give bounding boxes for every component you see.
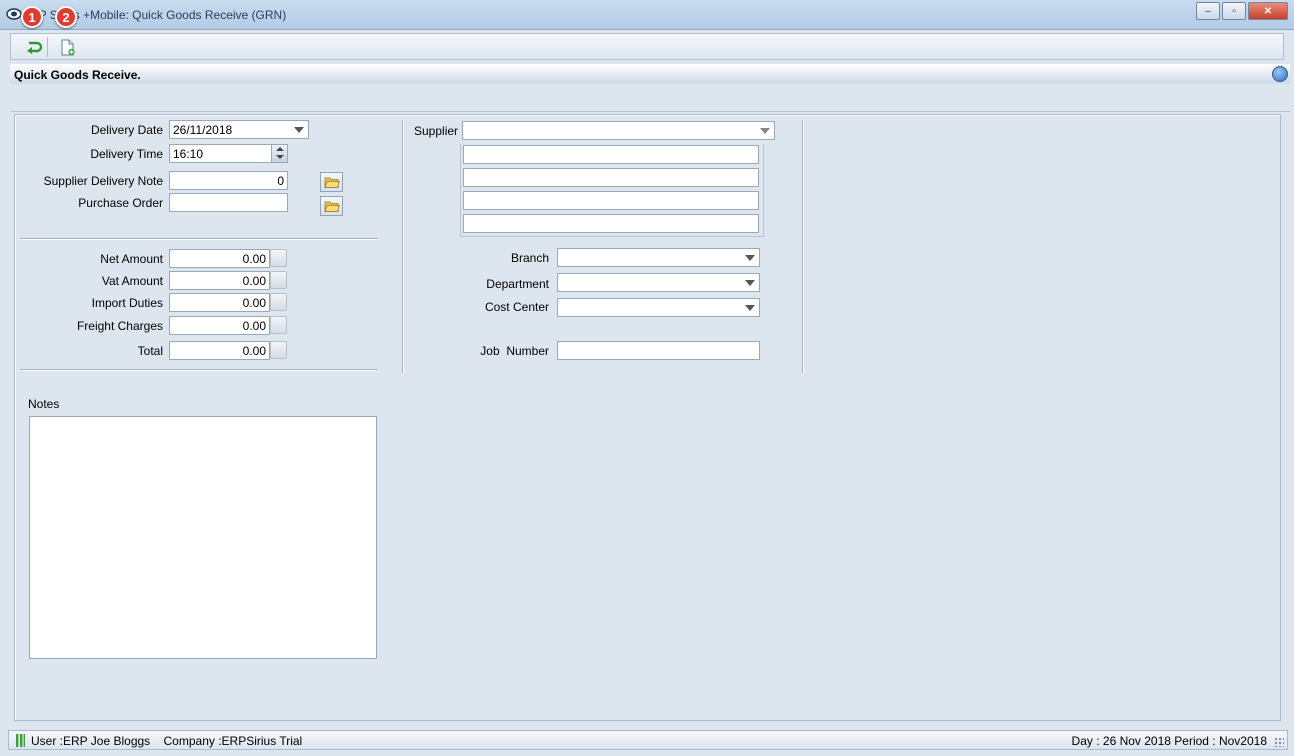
browse-purchase-order-button[interactable] bbox=[320, 196, 343, 216]
supplier-address-line-2[interactable] bbox=[463, 168, 759, 187]
total-calc-button[interactable] bbox=[270, 341, 287, 359]
purchase-order-input[interactable] bbox=[169, 193, 288, 212]
total-label: Total bbox=[137, 344, 163, 358]
department-label: Department bbox=[486, 277, 549, 291]
open-folder-icon bbox=[323, 201, 340, 212]
vat-amount-label: Vat Amount bbox=[101, 274, 163, 288]
column-divider bbox=[802, 120, 803, 373]
section-divider bbox=[20, 369, 378, 370]
return-arrow-icon bbox=[27, 41, 43, 54]
job-number-label: Job Number bbox=[480, 344, 549, 358]
branch-label: Branch bbox=[510, 251, 549, 265]
supplier-delivery-note-input[interactable]: 0 bbox=[169, 171, 288, 190]
supplier-delivery-note-label: Supplier Delivery Note bbox=[43, 174, 163, 188]
minimize-button[interactable]: – bbox=[1196, 2, 1220, 20]
toolbar-separator bbox=[47, 37, 48, 57]
delivery-date-dropdown[interactable]: 26/11/2018 bbox=[169, 120, 309, 139]
chevron-down-icon bbox=[745, 280, 755, 286]
chevron-down-icon bbox=[294, 127, 304, 133]
toolbar bbox=[10, 33, 1284, 60]
net-amount-label: Net Amount bbox=[100, 252, 163, 266]
net-amount-calc-button[interactable] bbox=[270, 249, 287, 267]
maximize-button[interactable]: ▫ bbox=[1222, 2, 1246, 20]
delivery-date-label: Delivery Date bbox=[90, 123, 163, 137]
supplier-address-line-4[interactable] bbox=[463, 214, 759, 233]
import-duties-calc-button[interactable] bbox=[270, 293, 287, 311]
import-duties-input[interactable]: 0.00 bbox=[169, 293, 270, 312]
notes-textarea[interactable] bbox=[29, 416, 377, 659]
new-document-button[interactable] bbox=[57, 37, 79, 57]
collapse-refresh-icon[interactable] bbox=[1272, 66, 1288, 82]
purchase-order-label: Purchase Order bbox=[78, 196, 163, 210]
import-duties-label: Import Duties bbox=[91, 296, 163, 310]
delivery-time-label: Delivery Time bbox=[90, 147, 163, 161]
status-day-period: Day : 26 Nov 2018 Period : Nov2018 bbox=[1071, 734, 1267, 748]
status-user-company: User :ERP Joe Bloggs Company :ERPSirius … bbox=[31, 734, 303, 748]
freight-charges-calc-button[interactable] bbox=[270, 316, 287, 334]
vat-amount-calc-button[interactable] bbox=[270, 271, 287, 289]
chevron-down-icon bbox=[760, 128, 770, 134]
job-number-input[interactable] bbox=[557, 341, 760, 360]
annotation-badge-1: 1 bbox=[21, 6, 43, 28]
notes-label: Notes bbox=[28, 397, 60, 411]
page-title: Quick Goods Receive. bbox=[14, 68, 141, 82]
return-button[interactable] bbox=[23, 37, 45, 57]
browse-delivery-note-button[interactable] bbox=[320, 172, 343, 192]
chevron-down-icon bbox=[745, 255, 755, 261]
resize-grip-icon[interactable] bbox=[1274, 737, 1284, 747]
branch-dropdown[interactable] bbox=[557, 248, 760, 267]
supplier-address-line-1[interactable] bbox=[463, 145, 759, 164]
supplier-address-line-3[interactable] bbox=[463, 191, 759, 210]
section-header: Quick Goods Receive. bbox=[10, 64, 1290, 84]
net-amount-input[interactable]: 0.00 bbox=[169, 249, 270, 268]
header-spacer bbox=[10, 84, 1290, 112]
delivery-time-value: 16:10 bbox=[173, 147, 204, 161]
new-document-icon bbox=[61, 39, 75, 55]
freight-charges-label: Freight Charges bbox=[76, 319, 163, 333]
total-input[interactable]: 0.00 bbox=[169, 341, 270, 360]
supplier-dropdown[interactable] bbox=[462, 121, 775, 140]
close-button[interactable]: ✕ bbox=[1248, 2, 1288, 20]
section-divider bbox=[20, 238, 378, 239]
supplier-label: Supplier bbox=[414, 124, 459, 138]
window-titlebar[interactable]: ERP Sirius +Mobile: Quick Goods Receive … bbox=[0, 0, 1294, 30]
delivery-date-value: 26/11/2018 bbox=[173, 123, 233, 137]
cost-center-label: Cost Center bbox=[484, 300, 549, 314]
annotation-badge-2: 2 bbox=[55, 6, 77, 28]
chevron-down-icon bbox=[745, 305, 755, 311]
open-folder-icon bbox=[323, 177, 340, 188]
delivery-time-spinner[interactable]: 16:10 bbox=[169, 144, 288, 163]
cost-center-dropdown[interactable] bbox=[557, 298, 760, 317]
status-bar: User :ERP Joe Bloggs Company :ERPSirius … bbox=[8, 730, 1288, 750]
status-book-icon bbox=[16, 734, 25, 747]
spinner-arrows-icon[interactable] bbox=[271, 145, 287, 162]
column-divider bbox=[402, 120, 403, 373]
department-dropdown[interactable] bbox=[557, 273, 760, 292]
freight-charges-input[interactable]: 0.00 bbox=[169, 316, 270, 335]
vat-amount-input[interactable]: 0.00 bbox=[169, 271, 270, 290]
